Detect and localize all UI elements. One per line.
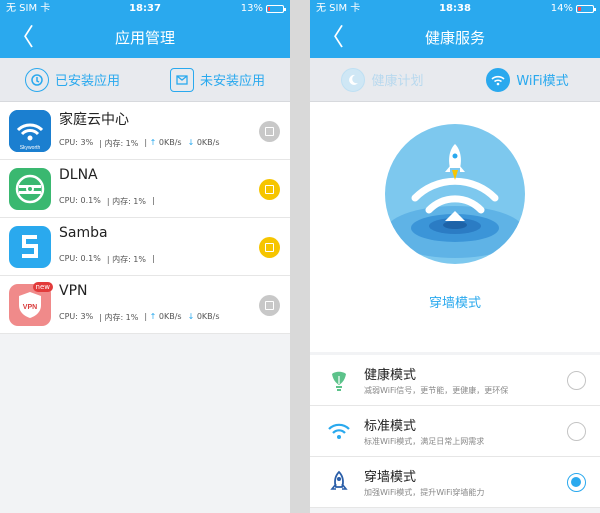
app-stats: CPU: 0.1% | 内存: 1% | xyxy=(59,254,155,265)
toggle-button[interactable] xyxy=(259,237,280,258)
service-tabs: 健康计划 WiFi模式 xyxy=(310,58,600,102)
current-mode-label: 穿墙模式 xyxy=(428,296,481,311)
upload-stat: | ↑ 0KB/s xyxy=(144,138,182,147)
leaf-bulb-icon xyxy=(326,367,352,393)
mode-option-standard[interactable]: 标准模式 标准WiFi模式，满足日常上网需求 xyxy=(310,406,600,457)
health-service-screen: 无 SIM 卡 18:38 14% 〈 健康服务 健康计划 WiFi模式 穿墙模… xyxy=(310,0,600,513)
mem-text: | 内存: 1% xyxy=(99,313,139,322)
status-right: 13% xyxy=(240,0,286,18)
cpu-text: CPU: 0.1% xyxy=(59,254,101,263)
samba-icon xyxy=(9,226,51,268)
mode-list: 健康模式 减弱WiFi信号，更节能，更健康，更环保 标准模式 标准WiFi模式，… xyxy=(310,355,600,508)
page-title: 应用管理 xyxy=(114,29,175,47)
download-rate: 0KB/s xyxy=(196,312,220,321)
download-stat: ↓ 0KB/s xyxy=(188,138,220,149)
app-tabs: 已安装应用 未安装应用 xyxy=(0,58,290,102)
cpu-text: CPU: 0.1% xyxy=(59,196,101,205)
app-name: 家庭云中心 xyxy=(59,112,129,128)
battery-icon xyxy=(576,5,596,13)
separator: | xyxy=(152,196,155,205)
tab-installed-label: 已安装应用 xyxy=(54,74,120,89)
tab-uninstalled-label: 未安装应用 xyxy=(199,74,265,89)
cpu-text: CPU: 3% xyxy=(59,138,94,147)
rocket-icon xyxy=(326,469,352,495)
battery-percent: 14% xyxy=(550,3,573,14)
download-rate: 0KB/s xyxy=(196,138,220,147)
mode-title: 健康模式 xyxy=(364,368,417,383)
rocket-wifi-icon xyxy=(385,124,525,264)
app-list: Skyworth 家庭云中心 CPU: 3% | 内存: 1% | ↑ 0KB/… xyxy=(0,102,290,334)
mode-title: 标准模式 xyxy=(364,419,417,434)
nav-bar: 〈 健康服务 xyxy=(310,18,600,58)
list-item[interactable]: DLNA CPU: 0.1% | 内存: 1% | xyxy=(0,160,290,218)
status-bar: 无 SIM 卡 18:37 13% xyxy=(0,0,290,18)
mode-option-wall-penetration[interactable]: 穿墙模式 加强WiFi模式，提升WiFi穿墙能力 xyxy=(310,457,600,508)
upload-arrow-icon: ↑ xyxy=(149,312,157,321)
square-icon xyxy=(265,127,274,136)
mode-title: 穿墙模式 xyxy=(364,470,417,485)
app-management-screen: 无 SIM 卡 18:37 13% 〈 应用管理 已安装应用 未安装应用 Sky… xyxy=(0,0,290,513)
upload-arrow-icon: ↑ xyxy=(149,138,157,147)
nav-bar: 〈 应用管理 xyxy=(0,18,290,58)
new-badge: new xyxy=(32,282,53,292)
battery-icon xyxy=(266,5,286,13)
upload-rate: 0KB/s xyxy=(158,138,182,147)
mem-text: | 内存: 1% xyxy=(106,255,146,264)
battery-percent: 13% xyxy=(240,3,263,14)
app-stats: CPU: 0.1% | 内存: 1% | xyxy=(59,196,155,207)
mode-description: 加强WiFi模式，提升WiFi穿墙能力 xyxy=(364,488,485,497)
status-bar: 无 SIM 卡 18:38 14% xyxy=(310,0,600,18)
square-icon xyxy=(265,185,274,194)
wifi-icon xyxy=(486,67,511,92)
tab-health-plan-label: 健康计划 xyxy=(371,74,424,89)
uninstalled-icon xyxy=(169,67,194,92)
mem-text: | 内存: 1% xyxy=(99,139,139,148)
tab-wifi-mode[interactable]: WiFi模式 xyxy=(455,58,600,101)
mode-radio[interactable] xyxy=(567,422,586,441)
moon-icon xyxy=(341,67,366,92)
square-icon xyxy=(265,301,274,310)
app-stats: CPU: 3% | 内存: 1% | ↑ 0KB/s ↓ 0KB/s xyxy=(59,138,220,149)
screenshot-stage: 无 SIM 卡 18:37 13% 〈 应用管理 已安装应用 未安装应用 Sky… xyxy=(0,0,600,513)
toggle-button[interactable] xyxy=(259,179,280,200)
list-item[interactable]: VPN new VPN CPU: 3% | 内存: 1% | ↑ 0KB/s ↓… xyxy=(0,276,290,334)
tab-health-plan[interactable]: 健康计划 xyxy=(310,58,455,101)
installed-icon xyxy=(24,67,49,92)
square-icon xyxy=(265,243,274,252)
icon-vpn-text: VPN xyxy=(23,304,37,311)
download-arrow-icon: ↓ xyxy=(187,138,195,147)
app-name: VPN xyxy=(59,283,88,299)
mode-hero: 穿墙模式 xyxy=(310,102,600,352)
app-name: DLNA xyxy=(59,167,98,183)
tab-installed[interactable]: 已安装应用 xyxy=(0,58,145,101)
mode-radio-selected[interactable] xyxy=(567,473,586,492)
list-item[interactable]: Samba CPU: 0.1% | 内存: 1% | xyxy=(0,218,290,276)
mode-description: 减弱WiFi信号，更节能，更健康，更环保 xyxy=(364,386,509,395)
mode-radio[interactable] xyxy=(567,371,586,390)
app-stats: CPU: 3% | 内存: 1% | ↑ 0KB/s ↓ 0KB/s xyxy=(59,312,220,323)
mode-description: 标准WiFi模式，满足日常上网需求 xyxy=(364,437,485,446)
mem-text: | 内存: 1% xyxy=(106,197,146,206)
wifi-cloud-icon: Skyworth xyxy=(9,110,51,152)
vpn-shield-icon: VPN new xyxy=(9,282,53,326)
toggle-button[interactable] xyxy=(259,121,280,142)
toggle-button[interactable] xyxy=(259,295,280,316)
upload-stat: | ↑ 0KB/s xyxy=(144,312,182,321)
separator: | xyxy=(152,254,155,263)
list-item[interactable]: Skyworth 家庭云中心 CPU: 3% | 内存: 1% | ↑ 0KB/… xyxy=(0,102,290,160)
cpu-text: CPU: 3% xyxy=(59,312,94,321)
mode-option-health[interactable]: 健康模式 减弱WiFi信号，更节能，更健康，更环保 xyxy=(310,355,600,406)
app-name: Samba xyxy=(59,225,108,241)
icon-brand-text: Skyworth xyxy=(20,145,41,151)
upload-rate: 0KB/s xyxy=(158,312,182,321)
download-arrow-icon: ↓ xyxy=(187,312,195,321)
download-stat: ↓ 0KB/s xyxy=(188,312,220,323)
tab-uninstalled[interactable]: 未安装应用 xyxy=(145,58,290,101)
dlna-icon xyxy=(9,168,51,210)
status-right: 14% xyxy=(550,0,596,18)
tab-wifi-mode-label: WiFi模式 xyxy=(516,74,569,89)
page-title: 健康服务 xyxy=(424,29,485,47)
wifi-icon xyxy=(326,418,352,444)
